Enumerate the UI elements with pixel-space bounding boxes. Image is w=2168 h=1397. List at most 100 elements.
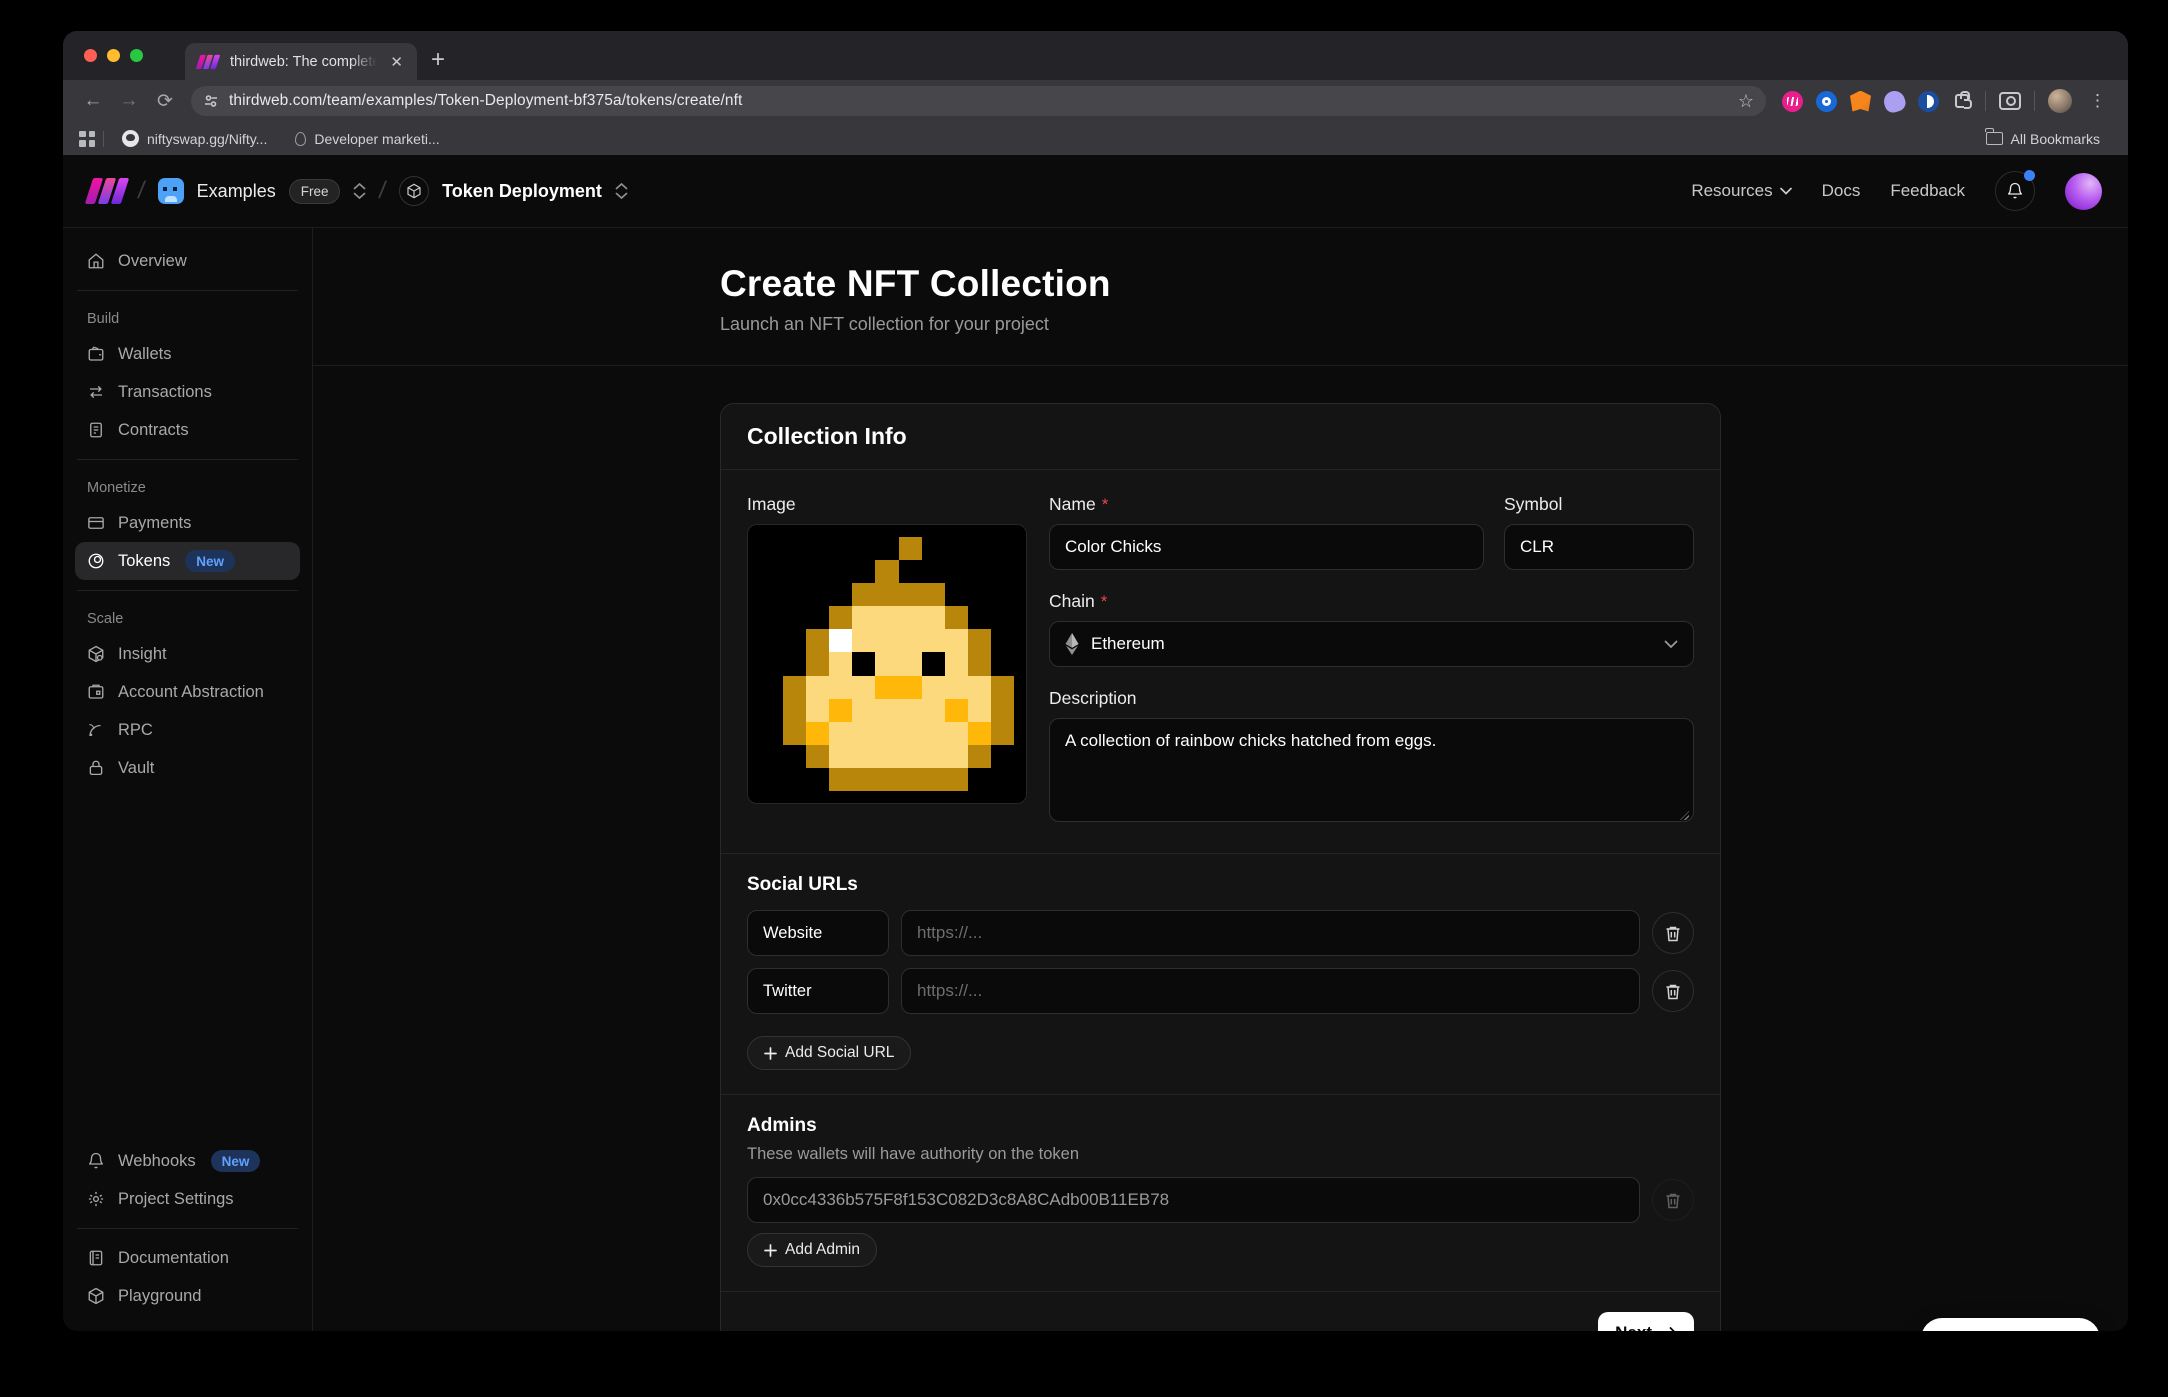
phantom-extension-icon[interactable] <box>1881 88 1907 114</box>
sidebar-item-webhooks[interactable]: Webhooks New <box>75 1142 300 1180</box>
admins-heading: Admins <box>747 1115 1694 1137</box>
project-switcher-icon[interactable] <box>615 183 628 199</box>
account-avatar[interactable] <box>2065 173 2102 210</box>
browser-menu-icon[interactable]: ⋮ <box>2085 91 2110 111</box>
bell-icon <box>2006 182 2024 200</box>
admins-subtext: These wallets will have authority on the… <box>747 1145 1694 1164</box>
sidebar-label: Payments <box>118 514 191 533</box>
tab-search-icon[interactable] <box>1999 92 2021 110</box>
thirdweb-app: / Examples Free / Token Deployment <box>63 155 2128 1331</box>
main-content: Create NFT Collection Launch an NFT coll… <box>313 228 2128 1331</box>
close-tab-icon[interactable]: ✕ <box>386 51 407 73</box>
chain-label: Chain* <box>1049 591 1694 612</box>
url-text[interactable]: thirdweb.com/team/examples/Token-Deploym… <box>229 92 1728 110</box>
token-coin-icon <box>87 552 105 570</box>
bookmark-item[interactable]: niftyswap.gg/Nifty... <box>112 127 277 151</box>
admin-wallet-input[interactable] <box>747 1177 1640 1223</box>
social-url-input[interactable] <box>901 910 1640 956</box>
team-switcher-icon[interactable] <box>353 183 366 199</box>
toolbar-divider <box>2034 91 2035 111</box>
sidebar-item-rpc[interactable]: RPC <box>75 711 300 749</box>
all-bookmarks-button[interactable]: All Bookmarks <box>1976 127 2110 151</box>
nav-feedback[interactable]: Feedback <box>1890 181 1965 201</box>
sidebar-item-payments[interactable]: Payments <box>75 504 300 542</box>
nav-docs[interactable]: Docs <box>1822 181 1861 201</box>
chevron-down-icon <box>1780 187 1792 195</box>
sidebar-divider <box>77 459 298 460</box>
sidebar-item-transactions[interactable]: Transactions <box>75 373 300 411</box>
next-button[interactable]: Next <box>1598 1312 1694 1331</box>
bookmark-item[interactable]: Developer marketi... <box>285 127 449 151</box>
add-admin-button[interactable]: Add Admin <box>747 1233 877 1267</box>
thirdweb-logo[interactable] <box>89 178 125 204</box>
sidebar-item-wallets[interactable]: Wallets <box>75 335 300 373</box>
browser-profile-avatar[interactable] <box>2048 89 2072 113</box>
blue-extension-icon[interactable] <box>1816 91 1837 112</box>
ask-ai-assistant-button[interactable]: Ask AI Assistant <box>1921 1318 2100 1331</box>
sidebar-item-insight[interactable]: Insight <box>75 635 300 673</box>
sidebar-label: Project Settings <box>118 1190 234 1209</box>
wallet-extension-icon[interactable] <box>1918 91 1939 112</box>
project-name[interactable]: Token Deployment <box>442 181 602 202</box>
apps-grid-icon[interactable] <box>79 131 95 147</box>
sidebar-item-project-settings[interactable]: Project Settings <box>75 1180 300 1218</box>
name-input[interactable] <box>1049 524 1484 570</box>
trash-icon <box>1665 925 1681 942</box>
add-social-url-button[interactable]: Add Social URL <box>747 1036 911 1070</box>
reload-icon[interactable]: ⟳ <box>149 85 181 117</box>
site-settings-icon[interactable] <box>203 93 219 109</box>
delete-social-url-button[interactable] <box>1652 970 1694 1012</box>
plus-icon <box>764 1244 777 1257</box>
delete-admin-button[interactable] <box>1652 1179 1694 1221</box>
wallet-icon <box>87 345 105 363</box>
project-icon[interactable] <box>399 176 429 206</box>
sidebar-item-contracts[interactable]: Contracts <box>75 411 300 449</box>
thirdweb-extension-icon[interactable] <box>1782 91 1803 112</box>
notifications-button[interactable] <box>1995 171 2035 211</box>
sidebar-item-tokens[interactable]: Tokens New <box>75 542 300 580</box>
breadcrumb-slash: / <box>378 177 389 205</box>
sidebar-item-vault[interactable]: Vault <box>75 749 300 787</box>
sidebar-label: Documentation <box>118 1249 229 1268</box>
bookmark-label: Developer marketi... <box>314 131 439 147</box>
chain-select[interactable]: Ethereum <box>1049 621 1694 667</box>
sidebar-heading-monetize: Monetize <box>75 470 300 504</box>
collection-image-upload[interactable] <box>747 524 1027 804</box>
extensions-puzzle-icon[interactable] <box>1952 91 1972 111</box>
social-platform-select[interactable]: Website <box>747 910 889 956</box>
team-avatar[interactable] <box>158 178 184 204</box>
symbol-input[interactable] <box>1504 524 1694 570</box>
delete-social-url-button[interactable] <box>1652 912 1694 954</box>
back-icon[interactable]: ← <box>77 85 109 117</box>
close-window-button[interactable] <box>84 49 97 62</box>
minimize-window-button[interactable] <box>107 49 120 62</box>
sidebar-item-overview[interactable]: Overview <box>75 242 300 280</box>
sidebar-item-documentation[interactable]: Documentation <box>75 1239 300 1277</box>
image-label: Image <box>747 494 1027 515</box>
all-bookmarks-label: All Bookmarks <box>2011 131 2100 147</box>
ask-ai-assistant-label: Ask AI Assistant <box>1965 1330 2082 1332</box>
name-label: Name* <box>1049 494 1484 515</box>
sidebar-label: Contracts <box>118 421 189 440</box>
browser-window: thirdweb: The complete web3 ✕ + ← → ⟳ th… <box>63 31 2128 1331</box>
social-url-row: Website <box>747 910 1694 956</box>
maximize-window-button[interactable] <box>130 49 143 62</box>
description-textarea[interactable]: A collection of rainbow chicks hatched f… <box>1049 718 1694 822</box>
new-badge: New <box>211 1150 261 1172</box>
social-url-input[interactable] <box>901 968 1640 1014</box>
sidebar-item-account-abstraction[interactable]: Account Abstraction <box>75 673 300 711</box>
browser-tab[interactable]: thirdweb: The complete web3 ✕ <box>185 43 417 80</box>
bookmark-star-icon[interactable]: ☆ <box>1738 91 1754 112</box>
nav-resources[interactable]: Resources <box>1691 181 1791 201</box>
sidebar-heading-scale: Scale <box>75 601 300 635</box>
address-bar[interactable]: thirdweb.com/team/examples/Token-Deploym… <box>191 86 1766 116</box>
cube-icon <box>87 1287 105 1305</box>
sidebar-item-playground[interactable]: Playground <box>75 1277 300 1315</box>
metamask-extension-icon[interactable] <box>1850 91 1871 112</box>
admins-section: Admins These wallets will have authority… <box>721 1094 1720 1291</box>
social-platform-select[interactable]: Twitter <box>747 968 889 1014</box>
new-tab-button[interactable]: + <box>431 46 445 74</box>
team-name[interactable]: Examples <box>197 181 276 202</box>
forward-icon[interactable]: → <box>113 85 145 117</box>
sidebar: Overview Build Wallets Transactions Cont… <box>63 228 313 1331</box>
